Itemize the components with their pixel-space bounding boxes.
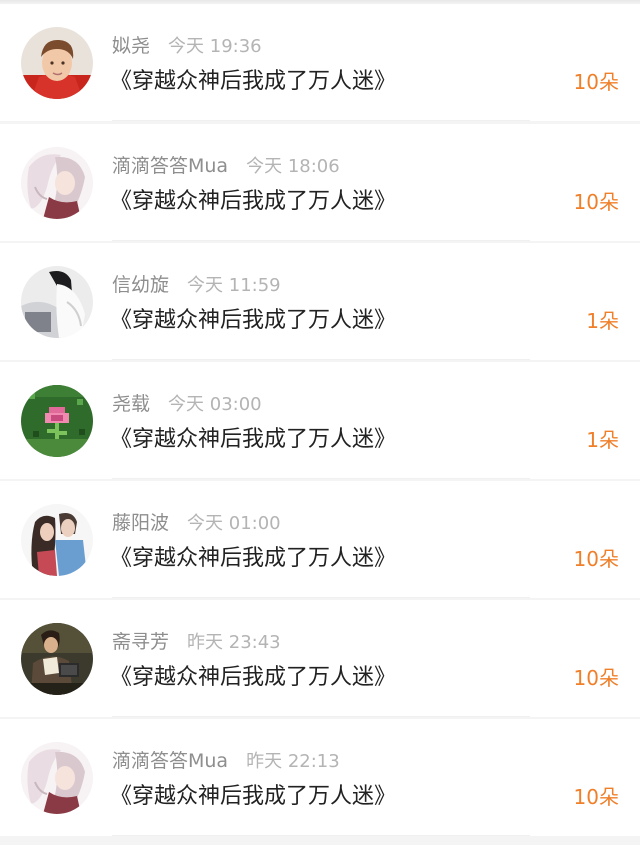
gift-row[interactable]: 滴滴答答Mua 今天 18:06 《穿越众神后我成了万人迷》 10朵 — [0, 124, 640, 241]
anime-couple-avatar-icon — [21, 742, 93, 814]
gift-row[interactable]: 姒尧 今天 19:36 《穿越众神后我成了万人迷》 10朵 — [0, 4, 640, 121]
sender-name[interactable]: 斋寻芳 — [112, 631, 169, 653]
user-avatar[interactable] — [21, 385, 93, 457]
row-divider — [112, 716, 530, 717]
reader-avatar-icon — [21, 623, 93, 695]
user-avatar[interactable] — [21, 266, 93, 338]
sender-name[interactable]: 姒尧 — [112, 35, 150, 57]
user-avatar[interactable] — [21, 623, 93, 695]
gift-time: 昨天 23:43 — [187, 632, 281, 653]
row-divider — [112, 478, 530, 479]
book-title[interactable]: 《穿越众神后我成了万人迷》 — [110, 544, 396, 574]
flower-count: 10朵 — [573, 70, 619, 94]
book-title[interactable]: 《穿越众神后我成了万人迷》 — [110, 67, 396, 97]
flower-count: 1朵 — [586, 309, 619, 333]
flower-count: 10朵 — [573, 666, 619, 690]
flower-count: 10朵 — [573, 547, 619, 571]
flower-count: 10朵 — [573, 190, 619, 214]
row-divider — [112, 120, 530, 121]
girl-avatar-icon — [21, 266, 93, 338]
gift-meta: 滴滴答答Mua 今天 18:06 — [112, 153, 340, 179]
gift-row[interactable]: 尧载 今天 03:00 《穿越众神后我成了万人迷》 1朵 — [0, 362, 640, 479]
pixel-flower-avatar-icon — [21, 385, 93, 457]
user-avatar[interactable] — [21, 504, 93, 576]
gift-row[interactable]: 信幼旋 今天 11:59 《穿越众神后我成了万人迷》 1朵 — [0, 243, 640, 360]
book-title[interactable]: 《穿越众神后我成了万人迷》 — [110, 187, 396, 217]
row-divider — [112, 835, 530, 836]
sender-name[interactable]: 滴滴答答Mua — [112, 750, 228, 772]
gift-meta: 斋寻芳 昨天 23:43 — [112, 629, 281, 655]
gift-record-page: 姒尧 今天 19:36 《穿越众神后我成了万人迷》 10朵 滴滴答答Mua 今天 1… — [0, 0, 640, 845]
flower-count: 10朵 — [573, 785, 619, 809]
sender-name[interactable]: 信幼旋 — [112, 274, 169, 296]
gift-time: 今天 11:59 — [187, 275, 281, 296]
gift-meta: 信幼旋 今天 11:59 — [112, 272, 281, 298]
anime-couple-avatar-icon — [21, 147, 93, 219]
book-title[interactable]: 《穿越众神后我成了万人迷》 — [110, 782, 396, 812]
user-avatar[interactable] — [21, 742, 93, 814]
gift-row[interactable]: 斋寻芳 昨天 23:43 《穿越众神后我成了万人迷》 10朵 — [0, 600, 640, 717]
user-avatar[interactable] — [21, 147, 93, 219]
user-avatar[interactable] — [21, 27, 93, 99]
gift-time: 今天 18:06 — [246, 156, 340, 177]
flower-count: 1朵 — [586, 428, 619, 452]
row-divider — [112, 240, 530, 241]
gift-meta: 姒尧 今天 19:36 — [112, 33, 262, 59]
sender-name[interactable]: 滴滴答答Mua — [112, 155, 228, 177]
gift-time: 今天 19:36 — [168, 36, 262, 57]
book-title[interactable]: 《穿越众神后我成了万人迷》 — [110, 425, 396, 455]
boy-avatar-icon — [21, 27, 93, 99]
gift-meta: 尧载 今天 03:00 — [112, 391, 262, 417]
gift-meta: 藤阳波 今天 01:00 — [112, 510, 281, 536]
gift-row[interactable]: 滴滴答答Mua 昨天 22:13 《穿越众神后我成了万人迷》 10朵 — [0, 719, 640, 836]
book-title[interactable]: 《穿越众神后我成了万人迷》 — [110, 663, 396, 693]
gift-time: 昨天 22:13 — [246, 751, 340, 772]
gift-time: 今天 03:00 — [168, 394, 262, 415]
gift-row[interactable]: 藤阳波 今天 01:00 《穿越众神后我成了万人迷》 10朵 — [0, 481, 640, 598]
sender-name[interactable]: 尧载 — [112, 393, 150, 415]
couple-avatar-icon — [21, 504, 93, 576]
gift-time: 今天 01:00 — [187, 513, 281, 534]
gift-meta: 滴滴答答Mua 昨天 22:13 — [112, 748, 340, 774]
book-title[interactable]: 《穿越众神后我成了万人迷》 — [110, 306, 396, 336]
sender-name[interactable]: 藤阳波 — [112, 512, 169, 534]
row-divider — [112, 597, 530, 598]
row-divider — [112, 359, 530, 360]
